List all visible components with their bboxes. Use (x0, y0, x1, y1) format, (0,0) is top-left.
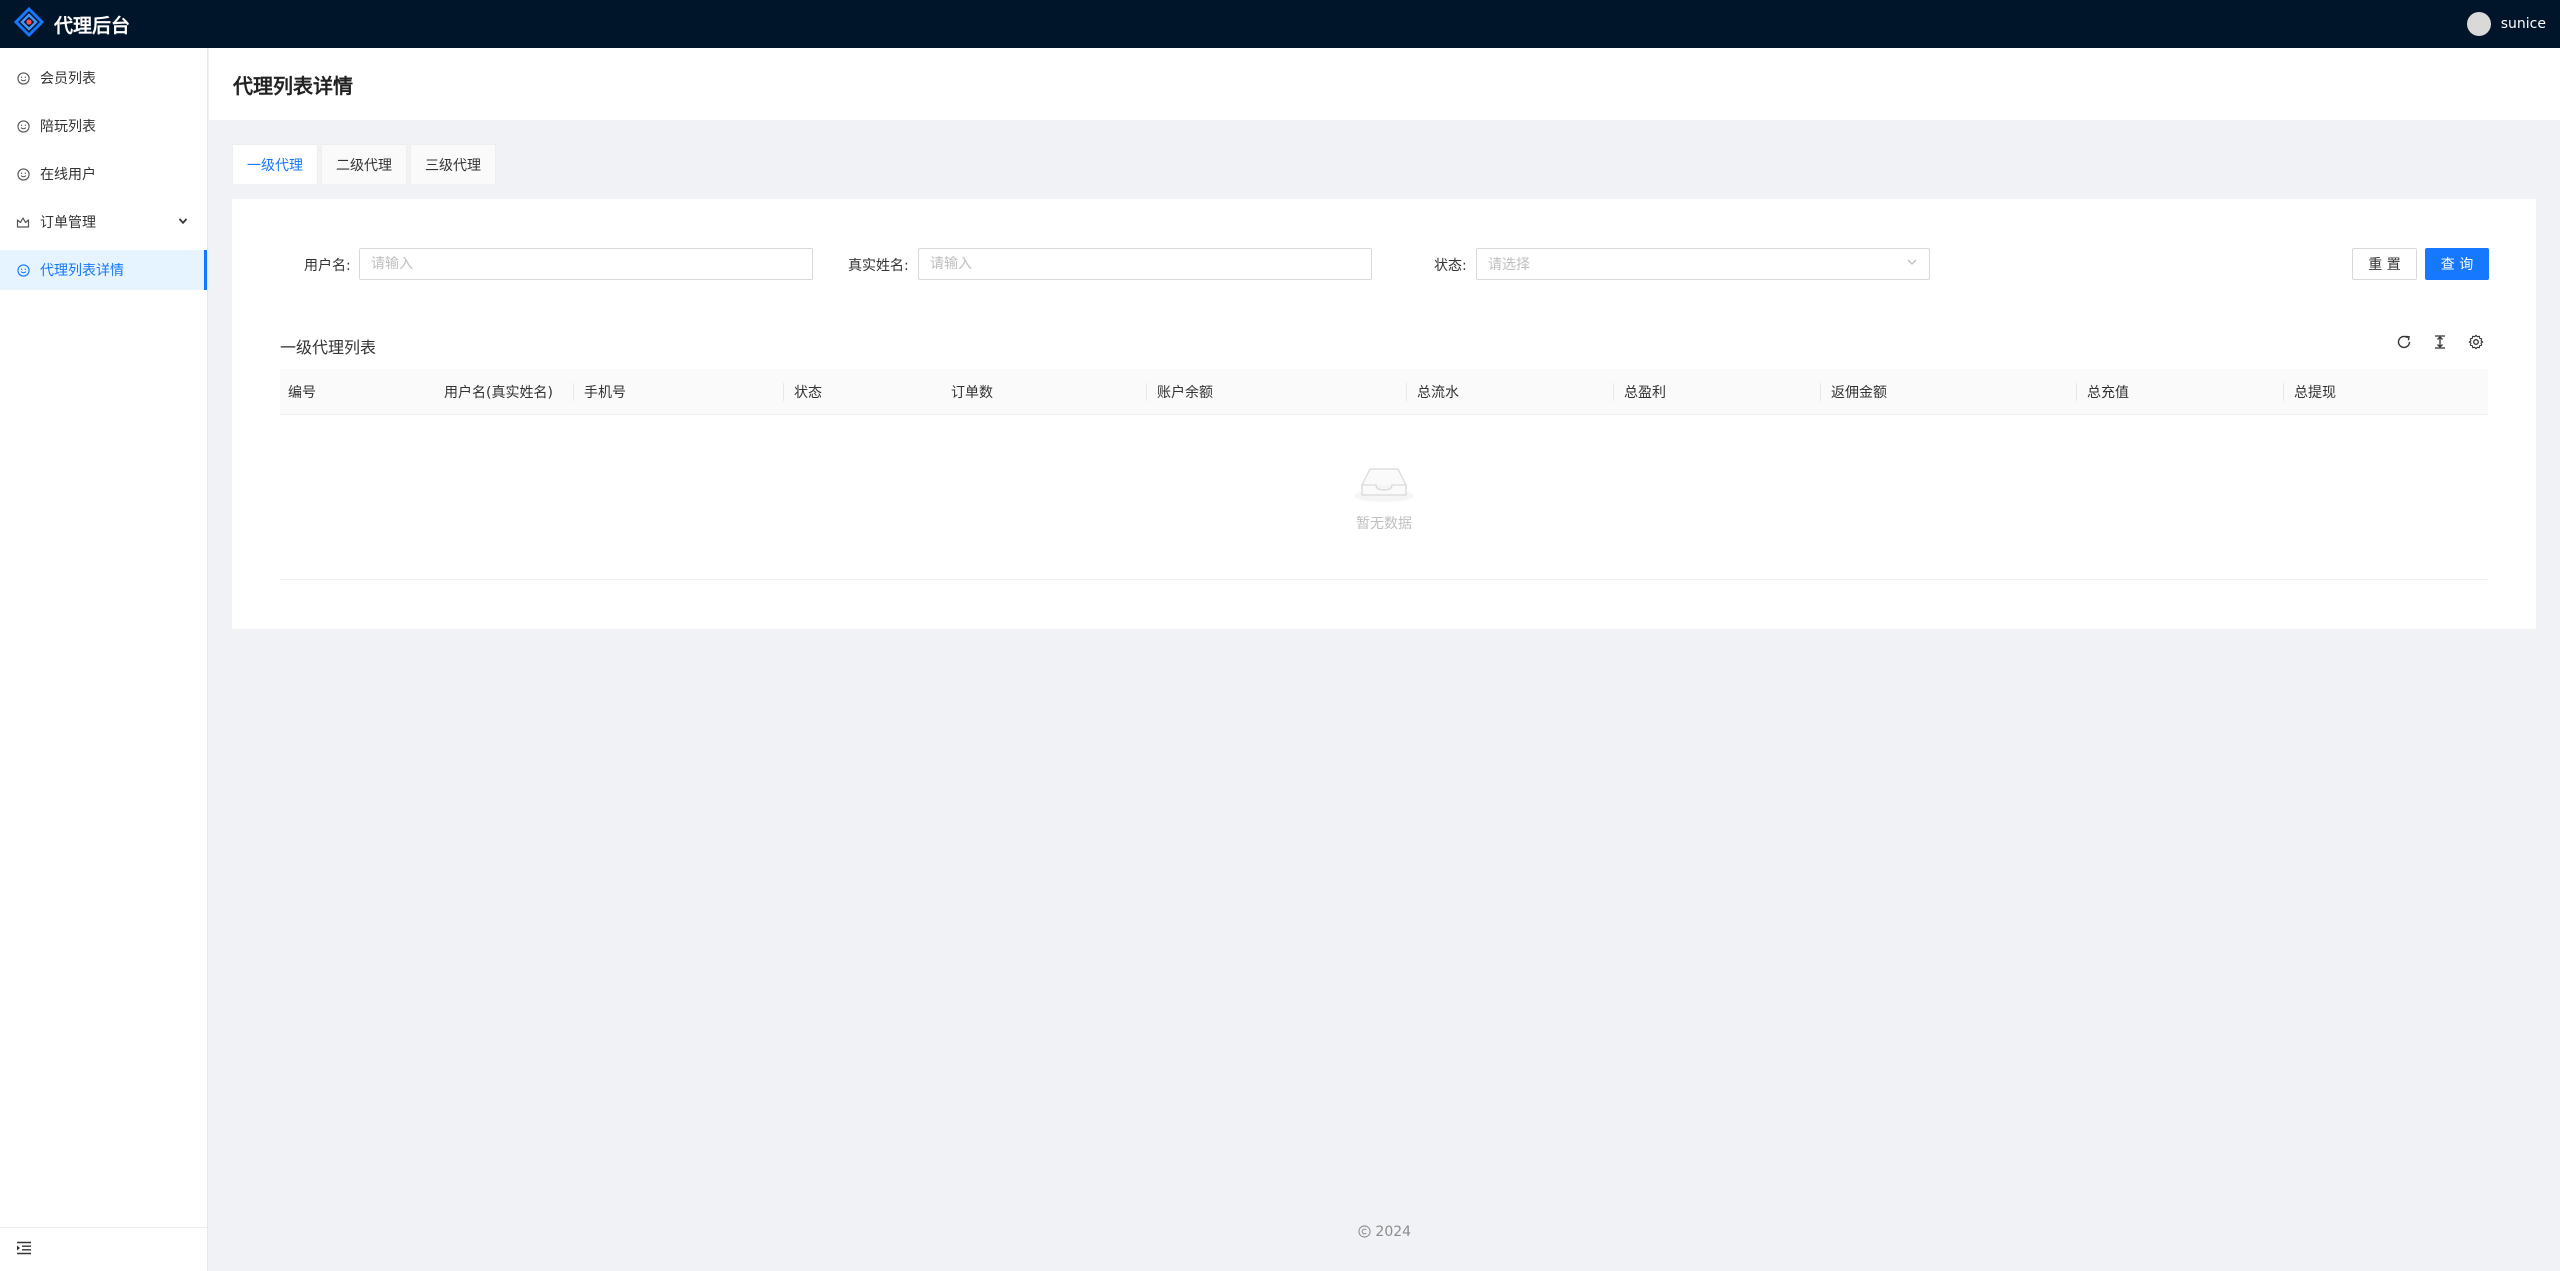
column-header: 返佣金额 (1831, 385, 1887, 401)
sidebar: 会员列表 陪玩列表 在线用户 订单管理 代理列表详情 (0, 48, 208, 1271)
column-header: 总充值 (2087, 385, 2129, 401)
smile-icon (16, 71, 30, 85)
footer-text: 2024 (1375, 1224, 1412, 1240)
page-title: 代理列表详情 (233, 73, 353, 98)
column-header: 总提现 (2294, 385, 2336, 401)
smile-icon (16, 167, 30, 181)
top-header: 代理后台 sunice (0, 0, 2560, 48)
reset-button[interactable]: 重 置 (2352, 248, 2417, 280)
column-divider (783, 383, 784, 401)
copyright-icon (1358, 1224, 1375, 1240)
sidebar-item-label: 订单管理 (40, 215, 96, 231)
chevron-down-icon (1906, 256, 1918, 272)
sidebar-item-members[interactable]: 会员列表 (0, 58, 207, 98)
sidebar-item-label: 陪玩列表 (40, 119, 96, 135)
sidebar-item-companions[interactable]: 陪玩列表 (0, 106, 207, 146)
crown-icon (16, 215, 30, 229)
table-header: 编号 用户名(真实姓名) 手机号 状态 订单数 账户余额 总流水 总盈利 返佣金… (280, 369, 2488, 415)
footer: 2024 (209, 1224, 2560, 1240)
realname-input[interactable] (918, 248, 1372, 280)
menu-fold-icon (16, 1241, 32, 1259)
reload-icon[interactable] (2394, 332, 2414, 352)
content-card: 用户名: 真实姓名: 状态: 请选择 重 置 查 询 一级代理列表 编号 用户名… (232, 199, 2536, 629)
user-menu[interactable]: sunice (2466, 12, 2546, 36)
column-divider (1146, 383, 1147, 401)
column-divider (2076, 383, 2077, 401)
status-select[interactable]: 请选择 (1476, 248, 1930, 280)
column-header: 用户名(真实姓名) (444, 385, 553, 401)
column-divider (1613, 383, 1614, 401)
username-label: 用户名: (304, 258, 351, 274)
avatar[interactable] (2466, 12, 2491, 36)
sidebar-item-label: 在线用户 (40, 167, 96, 183)
smile-icon (16, 263, 30, 277)
column-header: 手机号 (584, 385, 626, 401)
column-divider (2283, 383, 2284, 401)
column-divider (1820, 383, 1821, 401)
brand[interactable]: 代理后台 (13, 6, 131, 41)
column-divider (573, 383, 574, 401)
smile-icon (16, 119, 30, 133)
page-header: 代理列表详情 (209, 48, 2560, 120)
sidebar-item-orders[interactable]: 订单管理 (0, 202, 207, 242)
table-title: 一级代理列表 (280, 338, 377, 357)
logo-icon (13, 6, 45, 41)
empty-text: 暂无数据 (1356, 516, 1412, 532)
tab-level-3[interactable]: 三级代理 (410, 144, 496, 184)
query-button[interactable]: 查 询 (2425, 248, 2489, 280)
username-input[interactable] (359, 248, 813, 280)
sidebar-item-label: 代理列表详情 (40, 263, 124, 279)
column-height-icon[interactable] (2430, 332, 2450, 352)
column-divider (1406, 383, 1407, 401)
sidebar-item-label: 会员列表 (40, 71, 96, 87)
column-header: 订单数 (951, 385, 993, 401)
column-header: 总盈利 (1624, 385, 1666, 401)
user-name: sunice (2500, 16, 2546, 32)
empty-inbox-icon (1352, 461, 1416, 507)
tab-level-1[interactable]: 一级代理 (232, 144, 318, 184)
realname-label: 真实姓名: (848, 258, 909, 274)
status-select-placeholder: 请选择 (1488, 257, 1530, 273)
app-title: 代理后台 (54, 14, 131, 37)
column-header: 账户余额 (1157, 385, 1213, 401)
column-header: 编号 (288, 385, 316, 401)
sidebar-item-online-users[interactable]: 在线用户 (0, 154, 207, 194)
table-empty-state: 暂无数据 (280, 415, 2488, 580)
sidebar-item-agent-details[interactable]: 代理列表详情 (0, 250, 207, 290)
chevron-down-icon[interactable] (177, 215, 189, 231)
setting-icon[interactable] (2466, 332, 2486, 352)
column-header: 状态 (794, 385, 822, 401)
status-label: 状态: (1434, 258, 1467, 274)
column-header: 总流水 (1417, 385, 1459, 401)
agent-level-tabs: 一级代理 二级代理 三级代理 (232, 144, 496, 184)
tab-level-2[interactable]: 二级代理 (321, 144, 407, 184)
sidebar-collapse-toggle[interactable] (0, 1227, 207, 1271)
